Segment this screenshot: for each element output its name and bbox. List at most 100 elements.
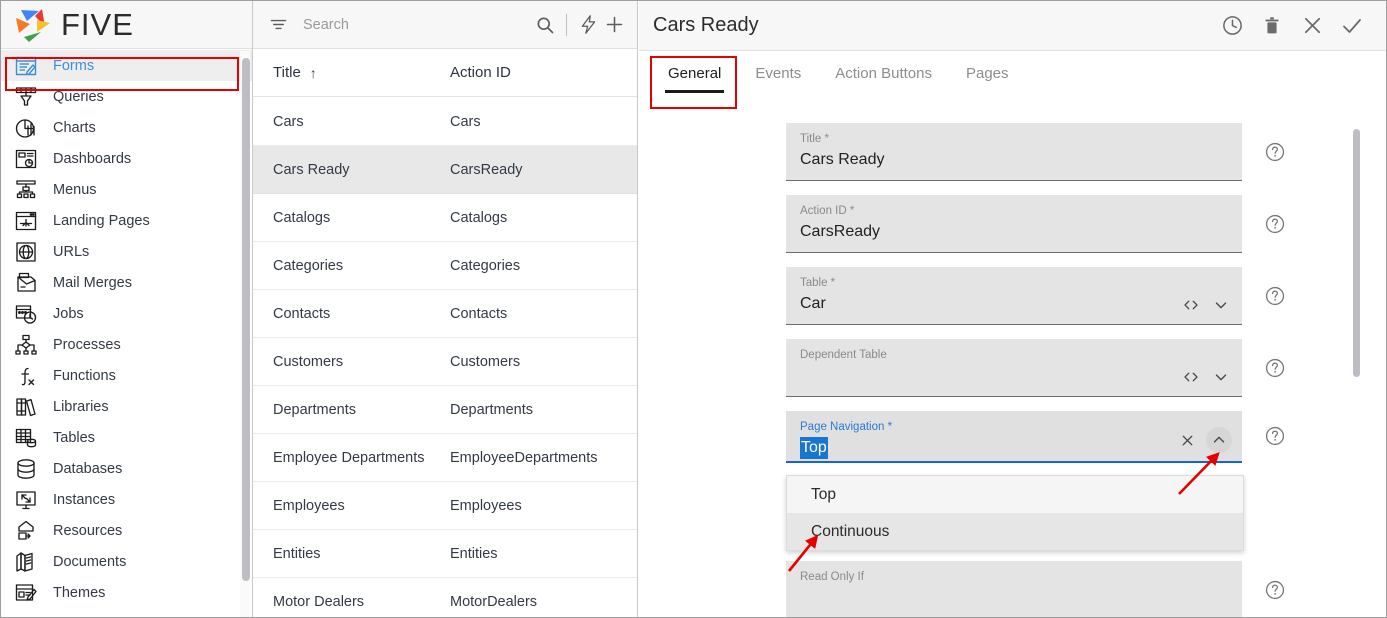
table-row[interactable]: Categories Categories	[253, 242, 637, 290]
question-mark-help-icon[interactable]	[1264, 357, 1286, 379]
table-row[interactable]: Entities Entities	[253, 530, 637, 578]
left-sidebar: FIVE Forms Queries Charts Dashboards Menus La…	[1, 1, 253, 617]
question-mark-help-icon[interactable]	[1264, 213, 1286, 235]
tab-label: Events	[755, 65, 802, 82]
row-action-id-cell: Contacts	[450, 305, 508, 322]
field-dependent-table[interactable]: Dependent Table	[786, 339, 1242, 397]
filter-icon[interactable]	[265, 12, 291, 38]
sidebar-item-databases[interactable]: Databases	[1, 453, 252, 484]
table-row[interactable]: Catalogs Catalogs	[253, 194, 637, 242]
field-label: Table *	[800, 277, 836, 289]
sidebar-item-forms[interactable]: Forms	[1, 50, 252, 81]
mail-merges-icon	[13, 270, 39, 296]
sidebar-item-themes[interactable]: Themes	[1, 577, 252, 608]
table-row[interactable]: Employees Employees	[253, 482, 637, 530]
chevron-up-icon[interactable]	[1206, 427, 1232, 453]
sidebar-item-urls[interactable]: URLs	[1, 236, 252, 267]
tab-events[interactable]: Events	[738, 51, 818, 99]
sidebar-item-charts[interactable]: Charts	[1, 112, 252, 143]
row-action-id-cell: EmployeeDepartments	[450, 449, 598, 466]
tab-pages[interactable]: Pages	[949, 51, 1026, 99]
sidebar-item-processes[interactable]: Processes	[1, 329, 252, 360]
row-title-cell: Motor Dealers	[273, 593, 365, 610]
sidebar-item-queries[interactable]: Queries	[1, 81, 252, 112]
question-mark-help-icon[interactable]	[1264, 579, 1286, 601]
question-mark-help-icon[interactable]	[1264, 425, 1286, 447]
dropdown-option-top[interactable]: Top	[787, 476, 1243, 513]
field-read-only-if[interactable]: Read Only If	[786, 561, 1242, 617]
field-label: Action ID *	[800, 205, 855, 217]
confirm-check-icon[interactable]	[1332, 10, 1372, 42]
sidebar-item-resources[interactable]: Resources	[1, 515, 252, 546]
row-title-cell: Catalogs	[273, 209, 331, 226]
row-action-id-cell: Employees	[450, 497, 522, 514]
row-title-cell: Contacts	[273, 305, 331, 322]
delete-trash-icon[interactable]	[1252, 10, 1292, 42]
sidebar-item-instances[interactable]: Instances	[1, 484, 252, 515]
functions-icon	[13, 363, 39, 389]
table-row[interactable]: Departments Departments	[253, 386, 637, 434]
table-row[interactable]: Customers Customers	[253, 338, 637, 386]
table-row[interactable]: Cars Ready CarsReady	[253, 146, 637, 194]
sidebar-item-label: Charts	[53, 119, 96, 136]
instances-icon	[13, 487, 39, 513]
sidebar-item-menus[interactable]: Menus	[1, 174, 252, 205]
field-label: Read Only If	[800, 571, 864, 583]
field-table[interactable]: Table * Car	[786, 267, 1242, 325]
sidebar-item-label: Libraries	[53, 398, 109, 415]
tables-icon	[13, 425, 39, 451]
history-clock-icon[interactable]	[1212, 10, 1252, 42]
question-mark-help-icon[interactable]	[1264, 285, 1286, 307]
field-action-id[interactable]: Action ID * CarsReady	[786, 195, 1242, 253]
charts-icon	[13, 115, 39, 141]
sidebar-item-label: Queries	[53, 88, 104, 105]
field-page-navigation[interactable]: Page Navigation * Top	[786, 411, 1242, 463]
sort-ascending-icon: ↑	[309, 64, 317, 81]
row-title-cell: Cars Ready	[273, 161, 350, 178]
code-icon[interactable]	[1180, 294, 1202, 316]
field-value: Cars Ready	[800, 151, 885, 168]
question-mark-help-icon[interactable]	[1264, 141, 1286, 163]
table-row[interactable]: Cars Cars	[253, 98, 637, 146]
sidebar-item-mail-merges[interactable]: Mail Merges	[1, 267, 252, 298]
table-row[interactable]: Motor Dealers MotorDealers	[253, 578, 637, 617]
detail-scrollbar-thumb[interactable]	[1353, 129, 1360, 377]
row-action-id-cell: Customers	[450, 353, 521, 370]
menus-icon	[13, 177, 39, 203]
field-value: Top	[800, 437, 828, 459]
table-row[interactable]: Contacts Contacts	[253, 290, 637, 338]
chevron-down-icon[interactable]	[1210, 366, 1232, 388]
sidebar-item-documents[interactable]: Documents	[1, 546, 252, 577]
sidebar-item-tables[interactable]: Tables	[1, 422, 252, 453]
lightning-icon[interactable]	[575, 12, 601, 38]
field-adornments	[1180, 366, 1232, 388]
dropdown-option-continuous[interactable]: Continuous	[787, 513, 1243, 550]
tab-label: Action Buttons	[835, 65, 932, 82]
column-header-action-id[interactable]: Action ID	[450, 64, 637, 81]
sidebar-scrollbar-thumb[interactable]	[242, 58, 250, 581]
chevron-down-icon[interactable]	[1210, 294, 1232, 316]
search-icon[interactable]	[532, 12, 558, 38]
queries-icon	[13, 84, 39, 110]
field-adornments	[1176, 427, 1232, 453]
sidebar-item-libraries[interactable]: Libraries	[1, 391, 252, 422]
plus-icon[interactable]	[601, 12, 627, 38]
sidebar-item-landing-pages[interactable]: Landing Pages	[1, 205, 252, 236]
list-search-toolbar	[253, 1, 637, 49]
close-x-icon[interactable]	[1292, 10, 1332, 42]
search-input[interactable]	[301, 15, 532, 34]
tab-action-buttons[interactable]: Action Buttons	[818, 51, 949, 99]
forms-list-rows: Cars Cars Cars Ready CarsReady Catalogs Catal…	[253, 98, 637, 617]
table-row[interactable]: Employee Departments EmployeeDepartments	[253, 434, 637, 482]
column-header-title[interactable]: Title ↑	[273, 64, 450, 81]
sidebar-item-functions[interactable]: Functions	[1, 360, 252, 391]
tab-label: General	[668, 65, 722, 82]
field-title[interactable]: Title * Cars Ready	[786, 123, 1242, 181]
row-title-cell: Customers	[273, 353, 344, 370]
tab-general[interactable]: General	[651, 51, 738, 99]
code-icon[interactable]	[1180, 366, 1202, 388]
urls-icon	[13, 239, 39, 265]
sidebar-item-dashboards[interactable]: Dashboards	[1, 143, 252, 174]
clear-x-icon[interactable]	[1176, 429, 1198, 451]
sidebar-item-jobs[interactable]: Jobs	[1, 298, 252, 329]
